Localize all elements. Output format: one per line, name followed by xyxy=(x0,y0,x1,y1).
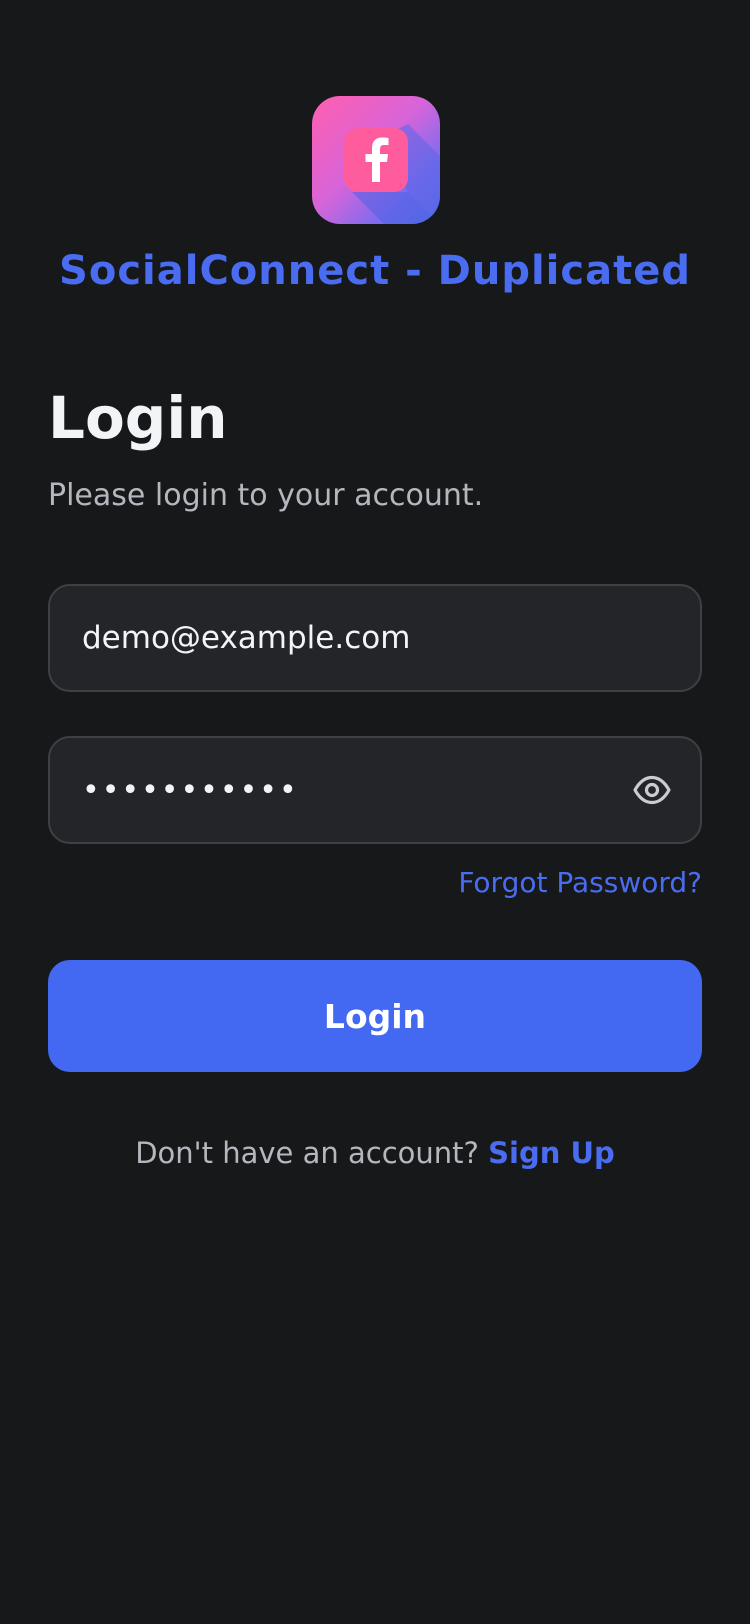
signup-prompt-row: Don't have an account? Sign Up xyxy=(0,1136,750,1170)
facebook-f-icon xyxy=(344,124,440,224)
page-subtitle: Please login to your account. xyxy=(48,478,484,513)
signup-link[interactable]: Sign Up xyxy=(488,1136,615,1170)
page-title: Login xyxy=(48,384,228,452)
app-logo-icon xyxy=(312,96,440,224)
password-field-container xyxy=(48,736,702,844)
eye-icon xyxy=(633,775,671,805)
email-input[interactable] xyxy=(82,586,672,690)
app-name: SocialConnect - Duplicated xyxy=(59,248,691,294)
password-input[interactable] xyxy=(82,738,582,842)
show-password-toggle[interactable] xyxy=(632,770,672,810)
login-button[interactable]: Login xyxy=(48,960,702,1072)
forgot-password-link[interactable]: Forgot Password? xyxy=(458,866,702,899)
signup-prompt-text: Don't have an account? xyxy=(135,1136,479,1170)
email-field-container xyxy=(48,584,702,692)
